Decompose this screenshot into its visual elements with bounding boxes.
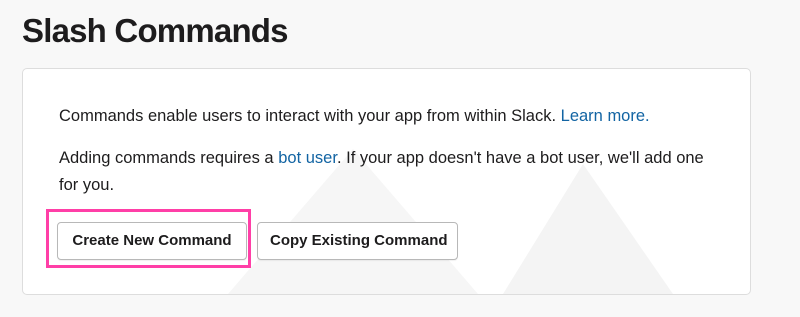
bot-text-before: Adding commands requires a bbox=[59, 149, 274, 167]
bot-user-text: Adding commands requires a bot user. If … bbox=[59, 145, 719, 199]
intro-text: Commands enable users to interact with y… bbox=[59, 103, 650, 130]
bot-user-link[interactable]: bot user bbox=[278, 149, 337, 167]
page-title: Slash Commands bbox=[22, 12, 289, 49]
slash-commands-page: Slash Commands Commands enable users to … bbox=[0, 0, 800, 317]
intro-text-body: Commands enable users to interact with y… bbox=[59, 107, 557, 125]
copy-existing-command-button[interactable]: Copy Existing Command bbox=[257, 222, 458, 260]
learn-more-link[interactable]: Learn more. bbox=[561, 107, 650, 125]
create-new-command-button[interactable]: Create New Command bbox=[57, 222, 247, 260]
